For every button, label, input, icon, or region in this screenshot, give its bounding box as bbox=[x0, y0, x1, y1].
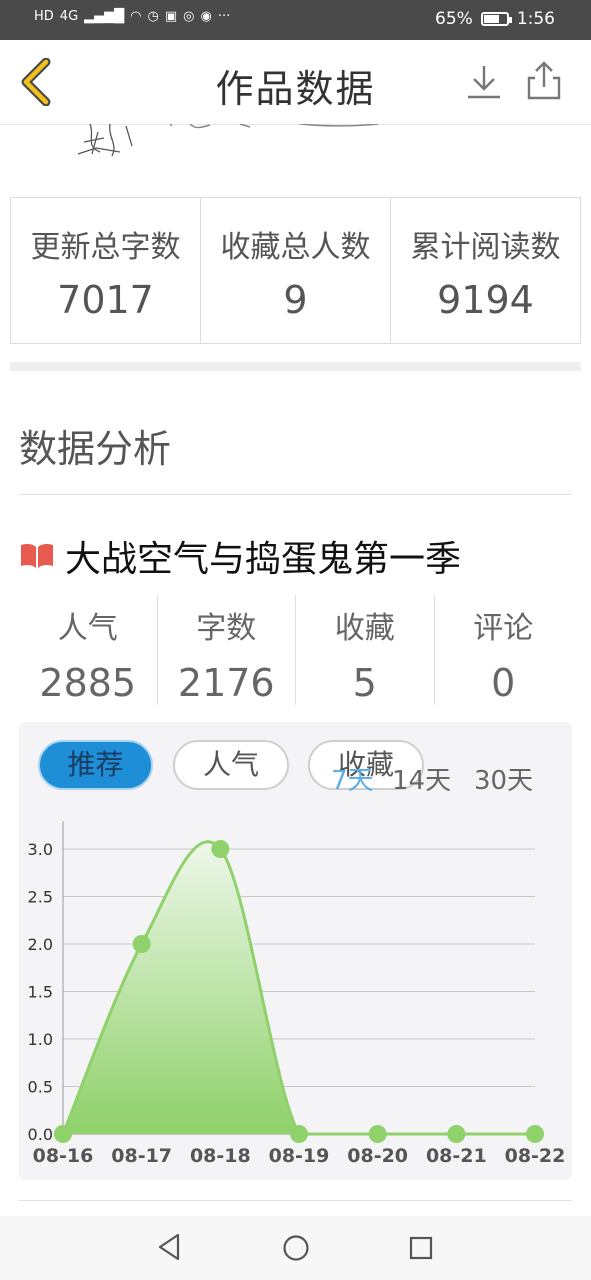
book-icon bbox=[21, 543, 53, 568]
y-tick-label: 0.5 bbox=[28, 1078, 53, 1097]
y-tick-label: 1.5 bbox=[28, 983, 53, 1002]
work-cover-partial bbox=[0, 124, 591, 194]
y-tick-label: 2.0 bbox=[28, 935, 53, 954]
x-tick-label: 08-16 bbox=[33, 1145, 94, 1167]
summary-stats: 更新总字数 7017 收藏总人数 9 累计阅读数 9194 bbox=[10, 197, 581, 344]
work-stat-value: 2885 bbox=[39, 661, 137, 705]
y-tick-label: 2.5 bbox=[28, 888, 53, 907]
battery-icon bbox=[480, 12, 512, 26]
x-tick-label: 08-22 bbox=[505, 1145, 566, 1167]
data-point bbox=[54, 1125, 72, 1143]
data-point bbox=[211, 840, 230, 858]
data-point bbox=[290, 1125, 308, 1143]
nav-recent-icon[interactable] bbox=[409, 1236, 433, 1260]
stat-total-reads: 累计阅读数 9194 bbox=[391, 198, 580, 343]
work-stat-label: 评论 bbox=[473, 611, 534, 646]
tab-recommend[interactable]: 推荐 bbox=[38, 740, 153, 790]
stat-total-words: 更新总字数 7017 bbox=[11, 198, 201, 343]
work-stat-words: 字数 2176 bbox=[158, 595, 296, 705]
range-30-days[interactable]: 30天 bbox=[474, 760, 533, 797]
area-fill bbox=[63, 841, 535, 1134]
divider bbox=[19, 494, 572, 495]
title-bar: 作品数据 bbox=[0, 40, 591, 125]
work-stat-value: 2176 bbox=[177, 661, 275, 705]
more-icon: ··· bbox=[217, 9, 231, 24]
wechat-icon: ◎ bbox=[183, 9, 195, 24]
divider bbox=[19, 1200, 572, 1201]
nav-back-icon[interactable] bbox=[156, 1232, 182, 1262]
clock: 1:56 bbox=[516, 9, 555, 29]
data-point bbox=[447, 1125, 466, 1143]
status-bar: HD 4G ▂▄▆█ ◠ ◷ ▣ ◎ ◉ ··· 65% 1:56 bbox=[0, 0, 591, 40]
stat-label: 收藏总人数 bbox=[220, 230, 371, 265]
signal-icon: ▂▄▆█ bbox=[84, 9, 125, 24]
status-left: HD 4G ▂▄▆█ ◠ ◷ ▣ ◎ ◉ ··· bbox=[34, 9, 230, 24]
y-tick-label: 1.0 bbox=[28, 1030, 53, 1049]
work-stat-label: 人气 bbox=[57, 611, 118, 646]
tab-popularity[interactable]: 人气 bbox=[173, 740, 289, 790]
sketch-illustration bbox=[77, 124, 379, 157]
share-icon[interactable] bbox=[524, 60, 564, 102]
battery-percent: 65% bbox=[435, 9, 473, 29]
stat-total-favorites: 收藏总人数 9 bbox=[201, 198, 391, 343]
x-tick-label: 08-18 bbox=[190, 1145, 251, 1167]
data-point bbox=[132, 935, 151, 953]
work-stat-label: 收藏 bbox=[334, 611, 395, 646]
work-stat-value: 0 bbox=[491, 661, 516, 705]
stat-label: 更新总字数 bbox=[30, 230, 181, 265]
network-type: 4G bbox=[59, 9, 79, 24]
work-stat-popularity: 人气 2885 bbox=[19, 595, 158, 705]
work-title: 大战空气与捣蛋鬼第一季 bbox=[65, 539, 462, 580]
stat-value: 9 bbox=[283, 278, 308, 322]
x-tick-label: 08-21 bbox=[426, 1145, 487, 1167]
sync-icon: ◷ bbox=[147, 9, 159, 24]
work-stats: 人气 2885 字数 2176 收藏 5 评论 0 bbox=[19, 595, 572, 705]
work-stat-favorites: 收藏 5 bbox=[296, 595, 435, 705]
work-title-row[interactable]: 大战空气与捣蛋鬼第一季 bbox=[19, 530, 461, 582]
y-tick-label: 3.0 bbox=[28, 840, 53, 859]
work-stat-value: 5 bbox=[352, 661, 377, 705]
stat-label: 累计阅读数 bbox=[410, 230, 561, 265]
range-14-days[interactable]: 14天 bbox=[392, 760, 451, 797]
stat-value: 9194 bbox=[437, 278, 534, 322]
work-stat-comments: 评论 0 bbox=[435, 595, 573, 705]
app-icon: ▣ bbox=[164, 9, 178, 24]
download-icon[interactable] bbox=[464, 62, 504, 102]
range-7-days[interactable]: 7天 bbox=[331, 760, 374, 797]
section-title: 数据分析 bbox=[19, 427, 172, 471]
data-point bbox=[526, 1125, 544, 1143]
nav-home-icon[interactable] bbox=[282, 1234, 310, 1262]
work-stat-label: 字数 bbox=[196, 611, 257, 646]
y-tick-label: 0.0 bbox=[28, 1125, 53, 1144]
hd-icon: HD bbox=[34, 9, 54, 24]
weibo-icon: ◉ bbox=[200, 9, 212, 24]
x-tick-label: 08-17 bbox=[111, 1145, 172, 1167]
wifi-icon: ◠ bbox=[130, 9, 142, 24]
x-tick-label: 08-19 bbox=[269, 1145, 330, 1167]
x-tick-label: 08-20 bbox=[347, 1145, 408, 1167]
chart-card: 0.0 0.5 1.0 1.5 2.0 2.5 3.0 08-16 08-17 08-18 08-1… bbox=[19, 722, 572, 1180]
section-separator bbox=[10, 362, 581, 371]
status-right: 65% 1:56 bbox=[435, 9, 555, 29]
data-point bbox=[368, 1125, 387, 1143]
stat-value: 7017 bbox=[57, 278, 154, 322]
system-nav-bar bbox=[0, 1216, 591, 1280]
